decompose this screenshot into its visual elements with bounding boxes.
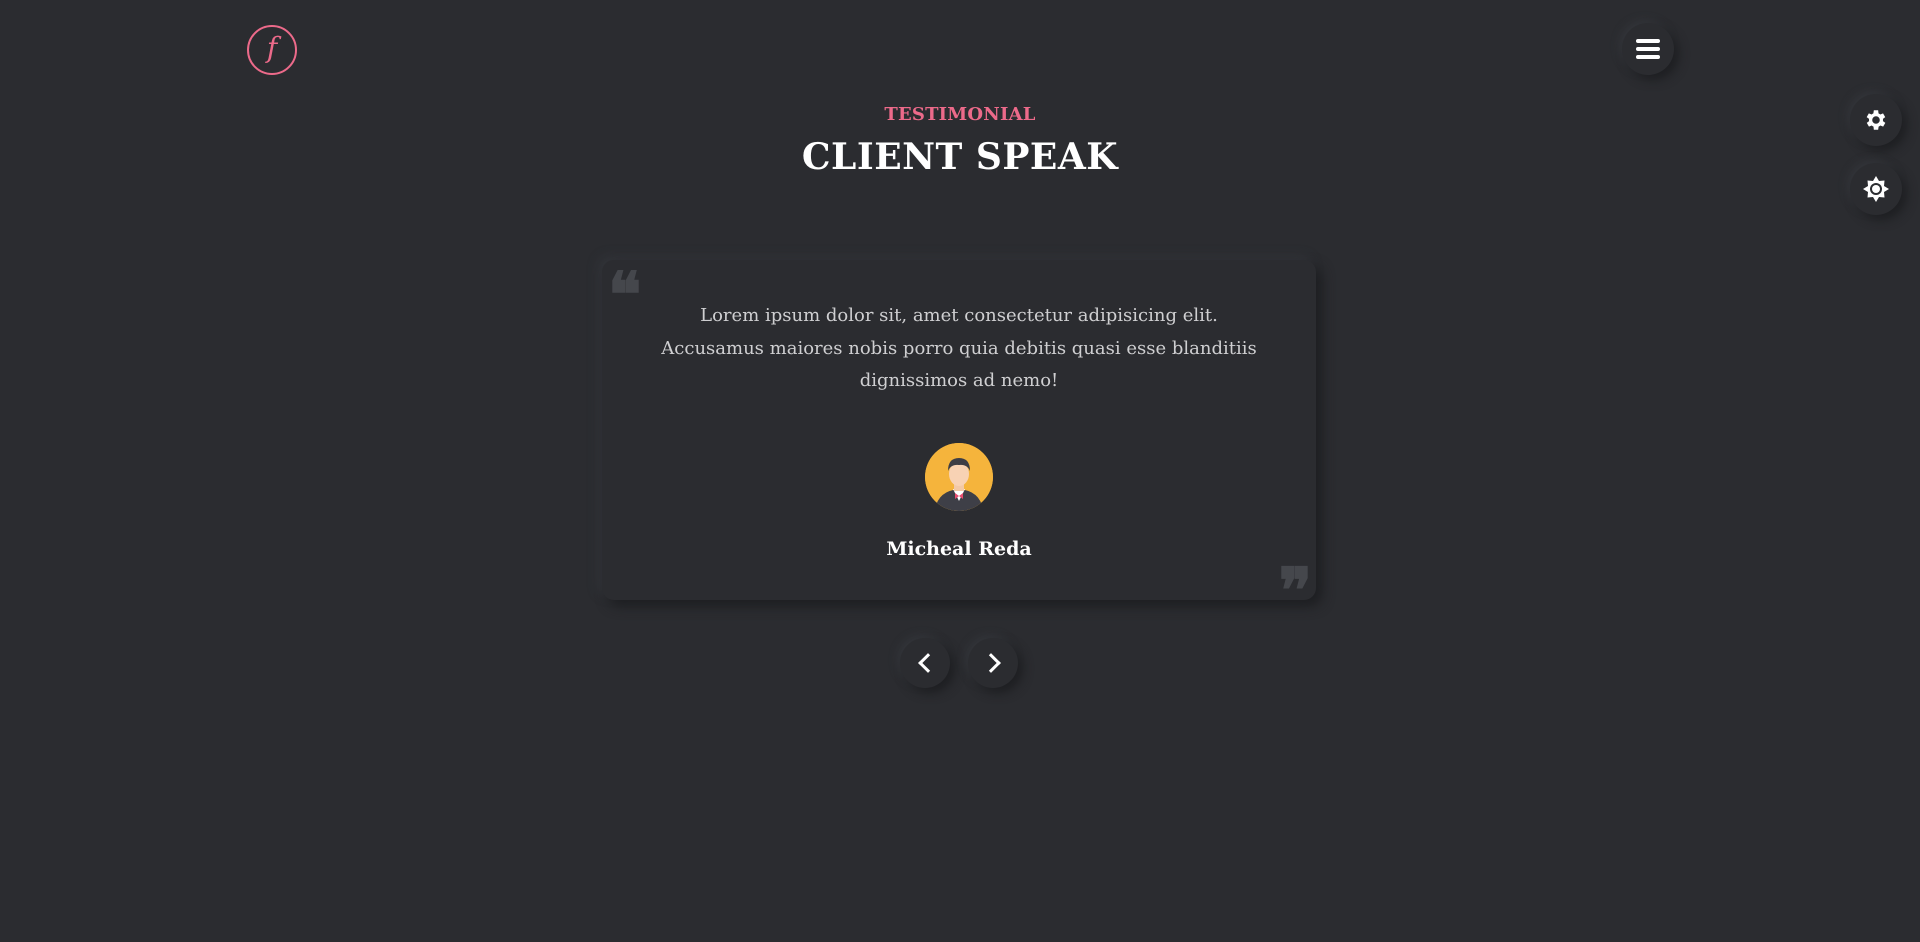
logo[interactable]: f [247,25,297,75]
quote-open-icon: ❝ [608,258,642,331]
sun-icon [1863,176,1889,202]
client-name: Micheal Reda [886,538,1032,560]
hamburger-icon [1636,39,1660,59]
testimonial-text: Lorem ipsum dolor sit, amet consectetur … [661,305,1257,391]
quote-close-icon: ❞ [1278,554,1312,627]
logo-letter: f [266,31,278,64]
person-avatar-icon [925,443,993,511]
next-button[interactable] [968,638,1018,688]
menu-button[interactable] [1622,23,1674,75]
chevron-right-icon [980,653,1001,673]
section-title: CLIENT SPEAK [801,136,1119,178]
page: f TESTIMONIAL CLIENT SPEAK ❝ Lorem ipsum… [0,0,1920,942]
prev-button[interactable] [900,638,950,688]
section-eyebrow: TESTIMONIAL [884,104,1036,125]
chevron-left-icon [917,653,938,673]
testimonial-card: ❝ Lorem ipsum dolor sit, amet consectetu… [602,258,1316,622]
